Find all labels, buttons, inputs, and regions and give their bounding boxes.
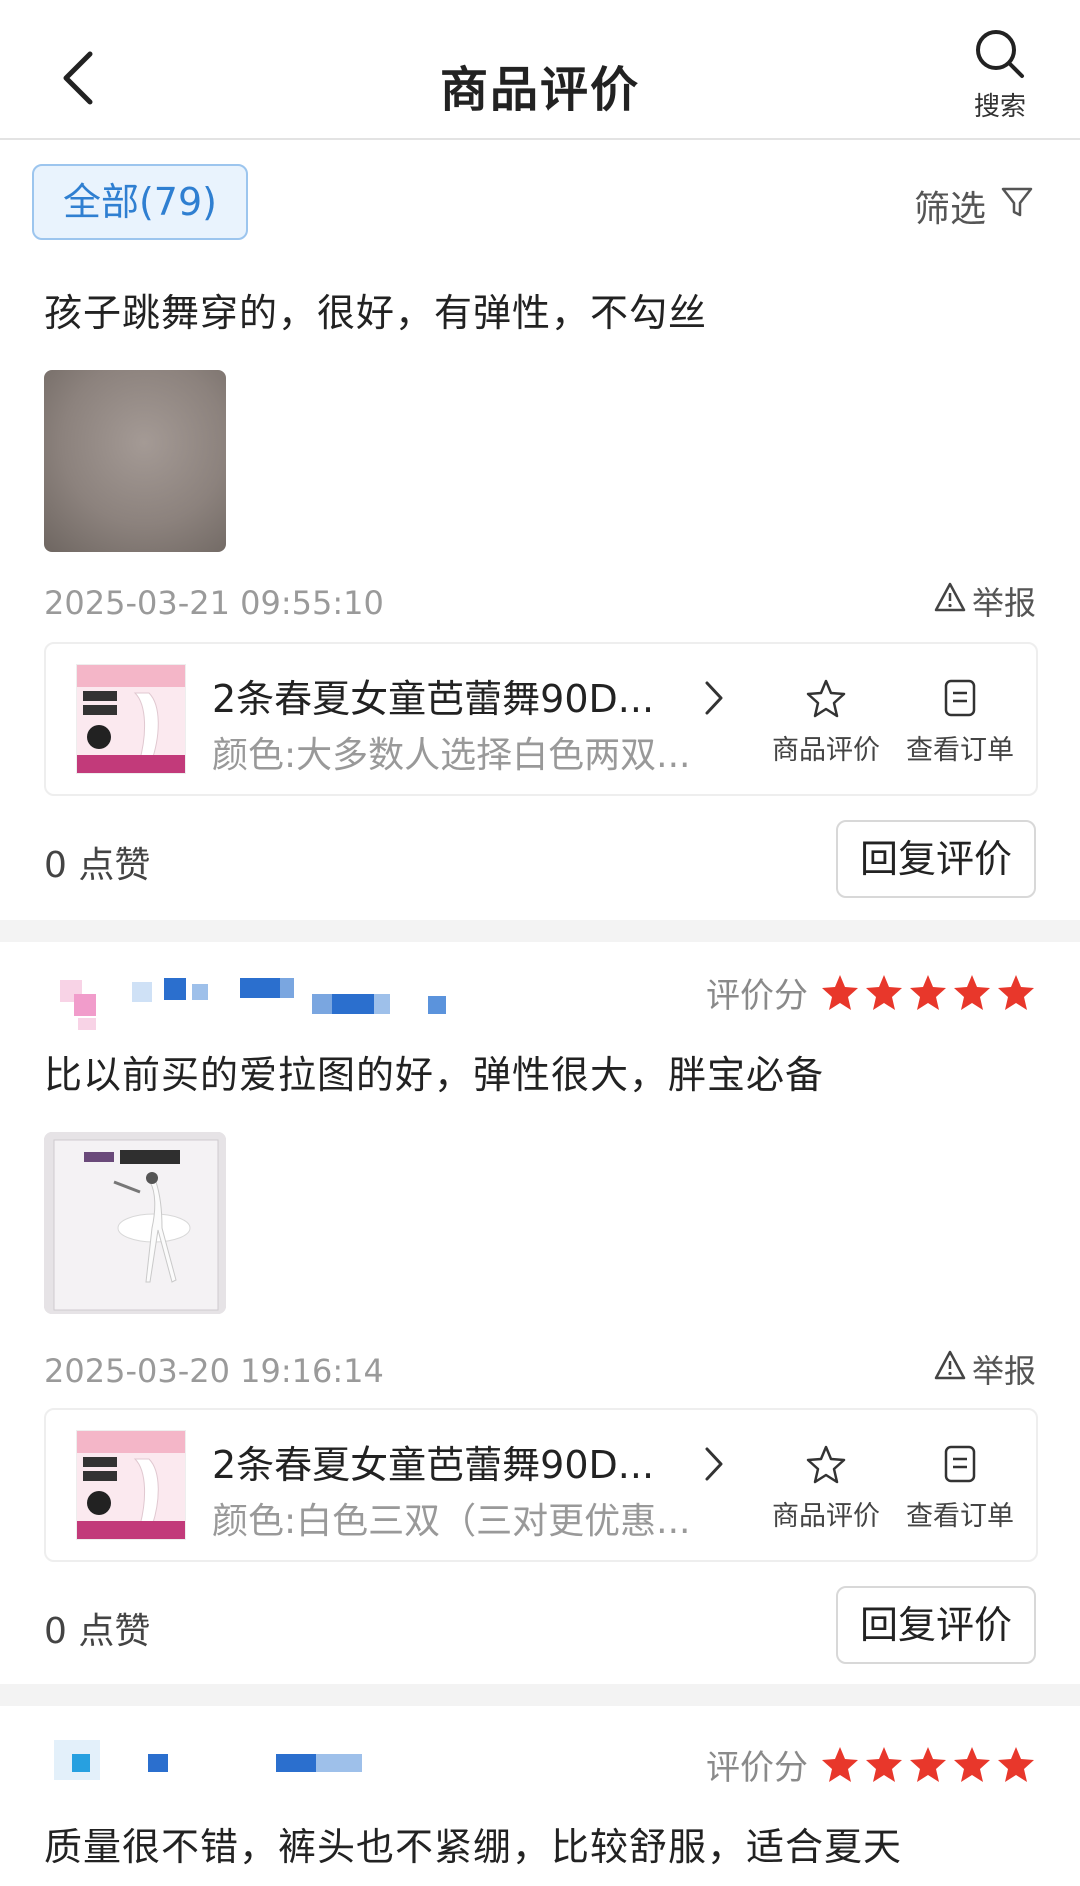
section-divider bbox=[0, 920, 1080, 942]
order-doc-icon bbox=[900, 678, 1020, 718]
avatar-username-blurred bbox=[44, 960, 644, 1030]
product-name: 2条春夏女童芭蕾舞90D... bbox=[212, 677, 655, 721]
review-photo[interactable] bbox=[44, 1132, 226, 1314]
star-outline-icon bbox=[766, 1444, 886, 1484]
product-name: 2条春夏女童芭蕾舞90D... bbox=[212, 1443, 655, 1487]
avatar-username-blurred bbox=[44, 1732, 644, 1802]
star-filled-icon bbox=[910, 1746, 946, 1782]
like-button[interactable]: 0 点赞 bbox=[44, 1602, 150, 1654]
review-card: 评价分 质量很不错，裤头也不紧绷，比较舒服，适合夏天 bbox=[0, 1706, 1080, 1886]
star-filled-icon bbox=[998, 974, 1034, 1010]
filter-funnel-icon bbox=[1000, 185, 1034, 228]
top-nav-bar: 商品评价 搜索 bbox=[0, 0, 1080, 140]
review-card: 评价分 比以前买的爱拉图的好，弹性很大，胖宝必备 2025-03-20 19:1… bbox=[0, 942, 1080, 1684]
view-order-button[interactable]: 查看订单 bbox=[900, 1444, 1020, 1533]
product-variant: 颜色:白色三双（三对更优惠... bbox=[212, 1501, 691, 1542]
warning-icon bbox=[934, 1350, 966, 1388]
search-button[interactable]: 搜索 bbox=[964, 28, 1036, 123]
star-filled-icon bbox=[866, 974, 902, 1010]
star-outline-icon bbox=[766, 678, 886, 718]
product-thumbnail bbox=[76, 664, 186, 774]
filter-button[interactable]: 筛选 bbox=[914, 180, 1034, 232]
star-filled-icon bbox=[998, 1746, 1034, 1782]
chevron-right-icon bbox=[702, 1444, 726, 1488]
star-rating bbox=[820, 1745, 1036, 1785]
filter-bar: 全部(79) 筛选 bbox=[0, 142, 1080, 260]
score-label: 评价分 bbox=[706, 1748, 808, 1788]
star-rating bbox=[820, 973, 1036, 1013]
reply-review-button[interactable]: 回复评价 bbox=[836, 1586, 1036, 1664]
page-title: 商品评价 bbox=[439, 62, 640, 118]
review-card: 孩子跳舞穿的，很好，有弹性，不勾丝 2025-03-21 09:55:10 举报… bbox=[0, 262, 1080, 920]
score-label: 评价分 bbox=[706, 976, 808, 1016]
star-filled-icon bbox=[910, 974, 946, 1010]
star-filled-icon bbox=[954, 1746, 990, 1782]
review-content: 比以前买的爱拉图的好，弹性很大，胖宝必备 bbox=[44, 1053, 825, 1097]
search-label: 搜索 bbox=[973, 92, 1026, 122]
star-filled-icon bbox=[822, 974, 858, 1010]
tab-all-reviews[interactable]: 全部(79) bbox=[32, 164, 248, 240]
view-order-label: 查看订单 bbox=[906, 1501, 1014, 1532]
review-content: 质量很不错，裤头也不紧绷，比较舒服，适合夏天 bbox=[44, 1825, 903, 1869]
report-button[interactable]: 举报 bbox=[934, 578, 1036, 624]
view-order-button[interactable]: 查看订单 bbox=[900, 678, 1020, 767]
product-thumbnail bbox=[76, 1430, 186, 1540]
review-photo[interactable] bbox=[44, 370, 226, 552]
report-button[interactable]: 举报 bbox=[934, 1346, 1036, 1392]
star-filled-icon bbox=[954, 974, 990, 1010]
warning-icon bbox=[934, 582, 966, 620]
rate-product-button[interactable]: 商品评价 bbox=[766, 1444, 886, 1533]
reply-review-button[interactable]: 回复评价 bbox=[836, 820, 1036, 898]
chevron-right-icon bbox=[702, 678, 726, 722]
review-date: 2025-03-21 09:55:10 bbox=[44, 584, 384, 622]
like-button[interactable]: 0 点赞 bbox=[44, 836, 150, 888]
search-icon bbox=[964, 28, 1036, 80]
filter-label: 筛选 bbox=[913, 189, 986, 230]
order-doc-icon bbox=[900, 1444, 1020, 1484]
product-variant: 颜色:大多数人选择白色两双... bbox=[212, 735, 691, 776]
report-label: 举报 bbox=[971, 1352, 1036, 1390]
rating-score: 评价分 bbox=[706, 1740, 1036, 1789]
report-label: 举报 bbox=[971, 584, 1036, 622]
section-divider bbox=[0, 1684, 1080, 1706]
rate-product-label: 商品评价 bbox=[772, 1501, 880, 1532]
star-filled-icon bbox=[866, 1746, 902, 1782]
review-content: 孩子跳舞穿的，很好，有弹性，不勾丝 bbox=[44, 291, 708, 335]
view-order-label: 查看订单 bbox=[906, 735, 1014, 766]
product-card[interactable]: 2条春夏女童芭蕾舞90D... 颜色:白色三双（三对更优惠... 商品评价 查看… bbox=[44, 1408, 1038, 1562]
review-date: 2025-03-20 19:16:14 bbox=[44, 1352, 384, 1390]
rate-product-button[interactable]: 商品评价 bbox=[766, 678, 886, 767]
star-filled-icon bbox=[822, 1746, 858, 1782]
product-card[interactable]: 2条春夏女童芭蕾舞90D... 颜色:大多数人选择白色两双... 商品评价 查看… bbox=[44, 642, 1038, 796]
rate-product-label: 商品评价 bbox=[772, 735, 880, 766]
rating-score: 评价分 bbox=[706, 968, 1036, 1017]
